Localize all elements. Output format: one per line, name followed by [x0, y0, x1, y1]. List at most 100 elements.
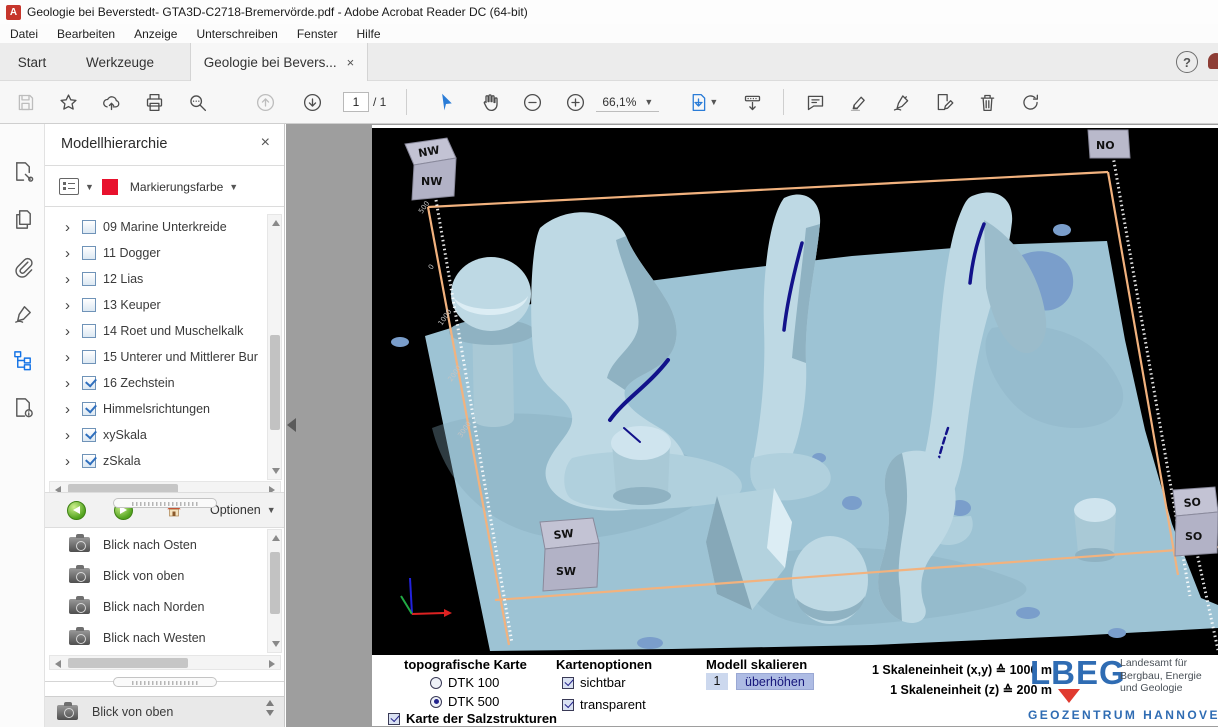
- tree-row[interactable]: › 15 Unterer und Mittlerer Bur: [45, 344, 284, 370]
- views-vertical-scrollbar[interactable]: [267, 529, 282, 653]
- zoom-out-button[interactable]: [515, 86, 549, 118]
- tab-werkzeuge[interactable]: Werkzeuge: [64, 43, 176, 81]
- menu-item[interactable]: Hilfe: [357, 27, 381, 41]
- menu-item[interactable]: Bearbeiten: [57, 27, 115, 41]
- expand-chevron-icon[interactable]: ›: [65, 324, 75, 339]
- visibility-checkbox[interactable]: [82, 220, 96, 234]
- attachments-button[interactable]: [8, 251, 38, 281]
- tree-row[interactable]: › 11 Dogger: [45, 240, 284, 266]
- expand-chevron-icon[interactable]: ›: [65, 402, 75, 417]
- views-options-dropdown[interactable]: Optionen ▼: [210, 503, 276, 517]
- fit-page-button[interactable]: ▼: [681, 86, 725, 118]
- tree-row[interactable]: › Himmelsrichtungen: [45, 396, 284, 422]
- radio-dtk500[interactable]: DTK 500: [430, 694, 499, 709]
- zoom-in-button[interactable]: [558, 86, 592, 118]
- visibility-checkbox[interactable]: [82, 428, 96, 442]
- visibility-checkbox[interactable]: [82, 272, 96, 286]
- tree-row[interactable]: › 13 Keuper: [45, 292, 284, 318]
- checkbox-icon[interactable]: [562, 699, 574, 711]
- expand-chevron-icon[interactable]: ›: [65, 298, 75, 313]
- tree-row[interactable]: › zSkala: [45, 448, 284, 474]
- model-tree-button[interactable]: [8, 345, 38, 375]
- sign-button[interactable]: [884, 86, 918, 118]
- panel-close-icon[interactable]: ×: [261, 134, 270, 152]
- visible-checkbox-row[interactable]: sichtbar: [562, 675, 626, 690]
- export-pdf-button[interactable]: [8, 156, 38, 186]
- view-item[interactable]: Blick von oben: [45, 560, 284, 591]
- page-number-input[interactable]: 1: [343, 92, 369, 112]
- expand-chevron-icon[interactable]: ›: [65, 376, 75, 391]
- document-info-button[interactable]: [8, 392, 38, 422]
- save-button[interactable]: [8, 86, 42, 118]
- highlight-button[interactable]: [841, 86, 875, 118]
- radio-dtk100[interactable]: DTK 100: [430, 675, 499, 690]
- help-icon[interactable]: ?: [1176, 51, 1198, 73]
- refresh-button[interactable]: [1013, 86, 1047, 118]
- menu-item[interactable]: Anzeige: [134, 27, 177, 41]
- transparent-checkbox-row[interactable]: transparent: [562, 697, 646, 712]
- print-button[interactable]: [137, 86, 171, 118]
- next-page-button[interactable]: [295, 86, 329, 118]
- share-upload-button[interactable]: [94, 86, 128, 118]
- current-view-bar[interactable]: Blick von oben: [45, 696, 284, 727]
- tree-row[interactable]: › xySkala: [45, 422, 284, 448]
- visibility-checkbox[interactable]: [82, 324, 96, 338]
- select-tool-button[interactable]: [429, 86, 463, 118]
- views-horizontal-scrollbar[interactable]: [49, 655, 281, 670]
- expand-chevron-icon[interactable]: ›: [65, 272, 75, 287]
- menu-item[interactable]: Fenster: [297, 27, 338, 41]
- zoom-level-combo[interactable]: 66,1% ▼: [596, 93, 659, 112]
- signatures-button[interactable]: [8, 298, 38, 328]
- previous-view-button[interactable]: [67, 501, 86, 520]
- tab-start[interactable]: Start: [0, 43, 64, 81]
- checkbox-icon[interactable]: [388, 713, 400, 725]
- radio-icon[interactable]: [430, 677, 442, 689]
- chevron-down-icon[interactable]: ▼: [229, 182, 238, 192]
- menu-item[interactable]: Unterschreiben: [196, 27, 277, 41]
- hand-tool-button[interactable]: [472, 86, 506, 118]
- tree-vertical-scrollbar[interactable]: [267, 214, 282, 480]
- comment-button[interactable]: [798, 86, 832, 118]
- view-item[interactable]: Blick nach Norden: [45, 591, 284, 622]
- 3d-viewport[interactable]: 5000100020003000 NW NW NO: [372, 128, 1218, 655]
- tab-close-icon[interactable]: ×: [347, 55, 355, 70]
- notifications-bell-icon[interactable]: [1208, 53, 1218, 69]
- view-item[interactable]: Blick nach Osten: [45, 529, 284, 560]
- scale-value-input[interactable]: 1: [706, 673, 728, 690]
- tree-row[interactable]: › 16 Zechstein: [45, 370, 284, 396]
- expand-chevron-icon[interactable]: ›: [65, 454, 75, 469]
- marker-color-swatch[interactable]: [102, 179, 118, 195]
- tab-document[interactable]: Geologie bei Bevers... ×: [190, 43, 368, 81]
- visibility-checkbox[interactable]: [82, 454, 96, 468]
- chevron-down-icon[interactable]: ▼: [85, 182, 94, 192]
- visibility-checkbox[interactable]: [82, 246, 96, 260]
- tree-row[interactable]: › 12 Lias: [45, 266, 284, 292]
- visibility-checkbox[interactable]: [82, 376, 96, 390]
- menu-item[interactable]: Datei: [10, 27, 38, 41]
- tree-row[interactable]: › 09 Marine Unterkreide: [45, 214, 284, 240]
- view-item[interactable]: Blick nach Westen: [45, 622, 284, 653]
- checkbox-icon[interactable]: [562, 677, 574, 689]
- previous-page-button[interactable]: [248, 86, 282, 118]
- view-spinner[interactable]: [266, 700, 274, 716]
- radio-selected-icon[interactable]: [430, 696, 442, 708]
- panel-splitter[interactable]: [45, 676, 284, 688]
- delete-button[interactable]: [970, 86, 1004, 118]
- panel-collapse-handle[interactable]: [287, 418, 296, 432]
- exaggerate-button[interactable]: überhöhen: [736, 673, 814, 690]
- fill-sign-button[interactable]: [927, 86, 961, 118]
- expand-chevron-icon[interactable]: ›: [65, 246, 75, 261]
- search-button[interactable]: [180, 86, 214, 118]
- expand-chevron-icon[interactable]: ›: [65, 220, 75, 235]
- visibility-checkbox[interactable]: [82, 298, 96, 312]
- visibility-checkbox[interactable]: [82, 402, 96, 416]
- expand-chevron-icon[interactable]: ›: [65, 350, 75, 365]
- page-thumbnails-button[interactable]: [8, 204, 38, 234]
- expand-chevron-icon[interactable]: ›: [65, 428, 75, 443]
- salt-map-checkbox-row[interactable]: Karte der Salzstrukturen: [388, 711, 557, 726]
- scroll-mode-button[interactable]: [735, 86, 769, 118]
- tree-options-icon[interactable]: [59, 178, 79, 195]
- star-button[interactable]: [51, 86, 85, 118]
- visibility-checkbox[interactable]: [82, 350, 96, 364]
- tree-row[interactable]: › 14 Roet und Muschelkalk: [45, 318, 284, 344]
